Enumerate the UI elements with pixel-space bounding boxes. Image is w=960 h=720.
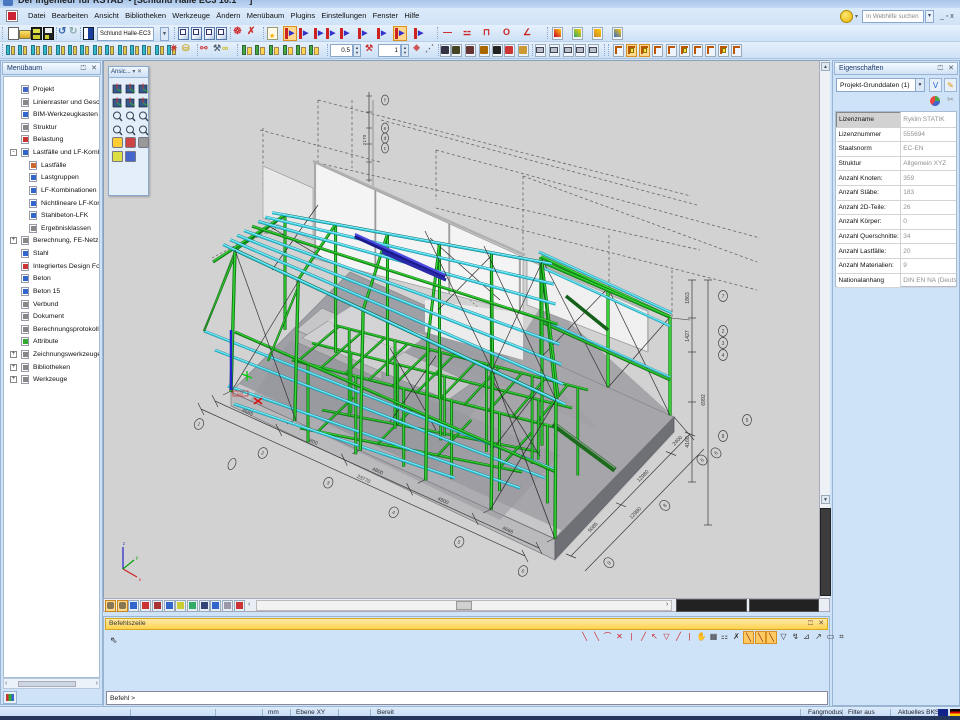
svg-text:4160: 4160 [685,436,691,448]
svg-text:1427: 1427 [685,330,691,342]
svg-text:d: d [384,136,387,142]
svg-text:5: 5 [746,418,749,424]
svg-text:6: 6 [713,450,719,456]
svg-text:1: 1 [196,421,201,428]
svg-text:6: 6 [699,457,705,463]
svg-text:0.00: 0.00 [237,392,243,396]
svg-text:8: 8 [662,503,668,509]
svg-text:z: z [123,541,126,546]
svg-text:8: 8 [722,434,725,440]
svg-text:c: c [384,146,387,152]
svg-text:3: 3 [325,480,330,487]
svg-text:9: 9 [606,560,612,566]
svg-text:5: 5 [456,539,461,546]
svg-text:6: 6 [520,568,525,575]
svg-text:1863: 1863 [685,292,691,304]
svg-text:3: 3 [722,341,725,347]
svg-text:e: e [384,126,387,132]
svg-text:6992: 6992 [701,394,707,406]
svg-text:2400: 2400 [672,435,684,448]
svg-text:7: 7 [722,294,725,300]
svg-text:2170: 2170 [362,134,368,145]
svg-text:2: 2 [260,450,265,457]
svg-text:4: 4 [391,510,396,517]
svg-text:f: f [384,98,386,104]
svg-text:2: 2 [722,329,725,335]
svg-text:23770: 23770 [356,474,372,485]
svg-text:x: x [139,577,142,582]
svg-text:4: 4 [722,353,725,359]
svg-text:y: y [136,555,139,560]
